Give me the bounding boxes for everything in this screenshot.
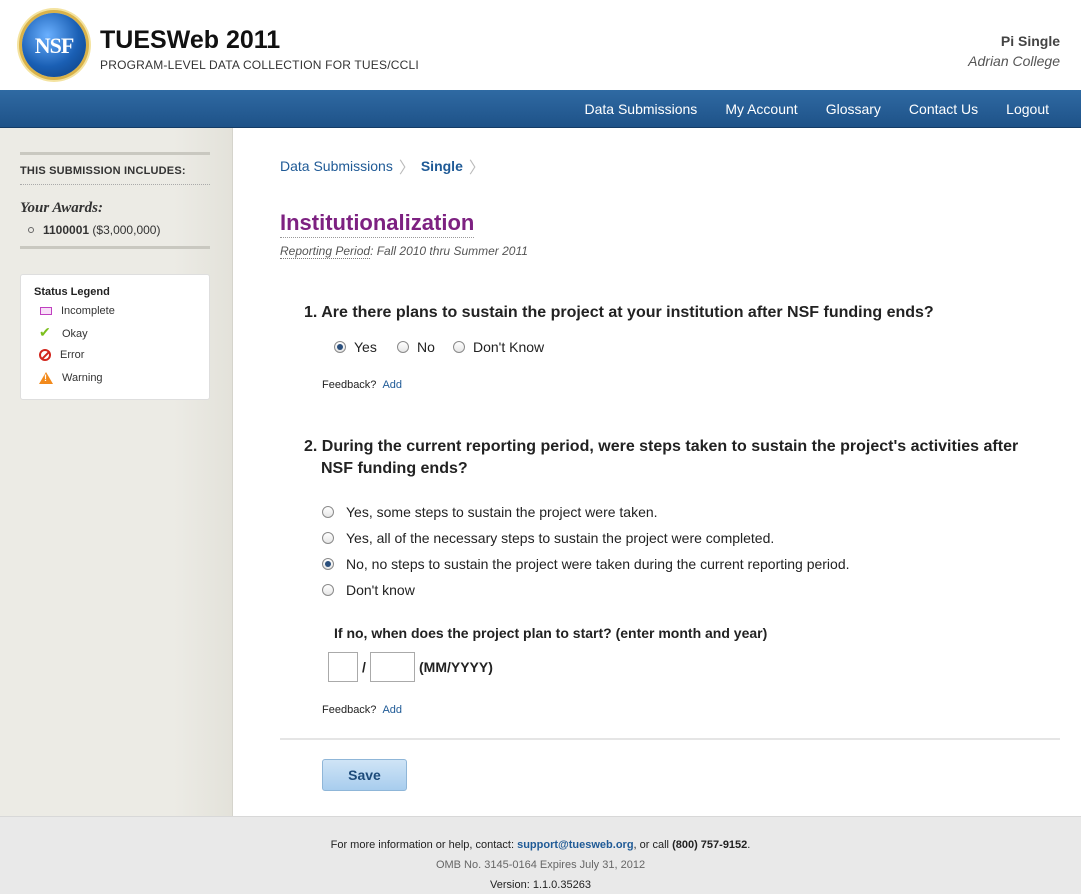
- sidebar-dotted-divider: [20, 184, 210, 185]
- save-button[interactable]: Save: [322, 759, 407, 791]
- nav-data-submissions[interactable]: Data Submissions: [570, 90, 711, 128]
- radio-button[interactable]: [322, 532, 334, 544]
- award-number: 1100001: [43, 223, 90, 237]
- form-divider: [280, 738, 1060, 740]
- breadcrumb-separator-icon: 〉: [468, 160, 485, 177]
- q2-option-all-steps[interactable]: Yes, all of the necessary steps to susta…: [322, 530, 774, 546]
- start-date-question: If no, when does the project plan to sta…: [334, 625, 768, 641]
- question-2-line1: 2. During the current reporting period, …: [304, 438, 1019, 455]
- q2-option-some-steps[interactable]: Yes, some steps to sustain the project w…: [322, 504, 658, 520]
- option-label: Don't Know: [473, 339, 545, 355]
- month-input[interactable]: [328, 652, 358, 682]
- breadcrumb: Data Submissions 〉 Single 〉: [280, 154, 491, 178]
- footer-contact-prefix: For more information or help, contact:: [330, 839, 518, 851]
- radio-button[interactable]: [453, 341, 465, 353]
- nav-logout[interactable]: Logout: [992, 90, 1063, 128]
- nav-glossary[interactable]: Glossary: [812, 90, 895, 128]
- option-label: No, no steps to sustain the project were…: [346, 556, 850, 572]
- option-label: No: [417, 339, 435, 355]
- radio-button[interactable]: [322, 558, 334, 570]
- nav-menu: Data Submissions My Account Glossary Con…: [570, 90, 1063, 128]
- nav-my-account[interactable]: My Account: [711, 90, 811, 128]
- question-2-line2: NSF funding ends?: [321, 460, 468, 477]
- radio-button[interactable]: [334, 341, 346, 353]
- top-nav: Data Submissions My Account Glossary Con…: [0, 90, 1081, 128]
- sidebar: THIS SUBMISSION INCLUDES: Your Awards: 1…: [0, 128, 233, 816]
- breadcrumb-separator-icon: 〉: [398, 160, 415, 177]
- bullet-icon: [28, 227, 34, 233]
- logo-text: NSF: [34, 33, 75, 58]
- legend-item-warning: Warning: [39, 372, 103, 384]
- q1-feedback: Feedback? Add: [322, 379, 402, 391]
- radio-button[interactable]: [322, 506, 334, 518]
- app-subtitle: PROGRAM-LEVEL DATA COLLECTION FOR TUES/C…: [100, 58, 419, 72]
- option-label: Yes, all of the necessary steps to susta…: [346, 530, 775, 546]
- legend-item-incomplete: Incomplete: [39, 305, 115, 317]
- page-title: Institutionalization: [280, 210, 475, 238]
- legend-title: Status Legend: [34, 286, 110, 298]
- legend-label: Error: [60, 349, 85, 361]
- user-name: Pi Single: [1000, 33, 1060, 49]
- q1-option-dont-know[interactable]: Don't Know: [453, 339, 544, 355]
- q2-option-no-steps[interactable]: No, no steps to sustain the project were…: [322, 556, 850, 572]
- reporting-period-label: Reporting Period: [280, 244, 371, 259]
- breadcrumb-current[interactable]: Single: [421, 158, 463, 174]
- submission-heading: THIS SUBMISSION INCLUDES:: [20, 165, 186, 177]
- footer-contact-mid: , or call: [633, 839, 673, 851]
- header: NSF TUESWeb 2011 PROGRAM-LEVEL DATA COLL…: [0, 0, 1081, 90]
- reporting-period: Reporting Period: Fall 2010 thru Summer …: [280, 244, 528, 259]
- breadcrumb-data-submissions[interactable]: Data Submissions: [280, 158, 393, 174]
- legend-label: Warning: [62, 372, 103, 384]
- date-separator: /: [362, 659, 366, 675]
- reporting-period-value: : Fall 2010 thru Summer 2011: [370, 244, 528, 258]
- option-label: Yes, some steps to sustain the project w…: [346, 504, 658, 520]
- legend-item-okay: Okay: [39, 324, 88, 341]
- q2-option-dont-know[interactable]: Don't know: [322, 582, 415, 598]
- awards-label: Your Awards:: [20, 200, 103, 216]
- q1-option-no[interactable]: No: [397, 339, 435, 355]
- incomplete-icon: [40, 307, 52, 315]
- option-label: Don't know: [346, 582, 415, 598]
- legend-label: Okay: [62, 328, 88, 340]
- status-legend: Status Legend Incomplete Okay Error Warn…: [20, 274, 210, 400]
- radio-button[interactable]: [397, 341, 409, 353]
- nav-contact-us[interactable]: Contact Us: [895, 90, 992, 128]
- feedback-add-link[interactable]: Add: [382, 379, 402, 391]
- feedback-label: Feedback?: [322, 704, 377, 716]
- support-phone: (800) 757-9152: [672, 839, 748, 851]
- footer-contact-end: .: [747, 839, 751, 851]
- checkmark-icon: [39, 324, 53, 341]
- feedback-label: Feedback?: [322, 379, 377, 391]
- main-content: Data Submissions 〉 Single 〉 Institutiona…: [233, 128, 1081, 816]
- award-item: 1100001 ($3,000,000): [28, 223, 160, 237]
- footer-version: Version: 1.1.0.35263: [490, 879, 591, 891]
- app-title: TUESWeb 2011: [100, 26, 281, 54]
- award-amount: ($3,000,000): [92, 223, 161, 237]
- support-email-link[interactable]: support@tuesweb.org: [517, 839, 633, 851]
- year-input[interactable]: [370, 652, 415, 682]
- option-label: Yes: [354, 339, 377, 355]
- footer-omb: OMB No. 3145-0164 Expires July 31, 2012: [435, 859, 646, 871]
- question-2: 2. During the current reporting period, …: [304, 436, 1024, 480]
- feedback-add-link[interactable]: Add: [382, 704, 402, 716]
- sidebar-divider: [20, 152, 210, 155]
- user-organization: Adrian College: [968, 53, 1060, 69]
- legend-item-error: Error: [39, 349, 84, 361]
- radio-button[interactable]: [322, 584, 334, 596]
- footer: For more information or help, contact: s…: [0, 816, 1081, 894]
- date-format-hint: (MM/YYYY): [419, 659, 493, 675]
- q1-option-yes[interactable]: Yes: [334, 339, 377, 355]
- footer-contact: For more information or help, contact: s…: [0, 839, 1081, 851]
- nsf-logo: NSF: [22, 13, 86, 77]
- error-icon: [39, 349, 51, 361]
- legend-label: Incomplete: [61, 305, 115, 317]
- sidebar-divider: [20, 246, 210, 249]
- q2-feedback: Feedback? Add: [322, 704, 402, 716]
- warning-icon: [39, 372, 53, 384]
- question-1: 1. Are there plans to sustain the projec…: [304, 304, 934, 321]
